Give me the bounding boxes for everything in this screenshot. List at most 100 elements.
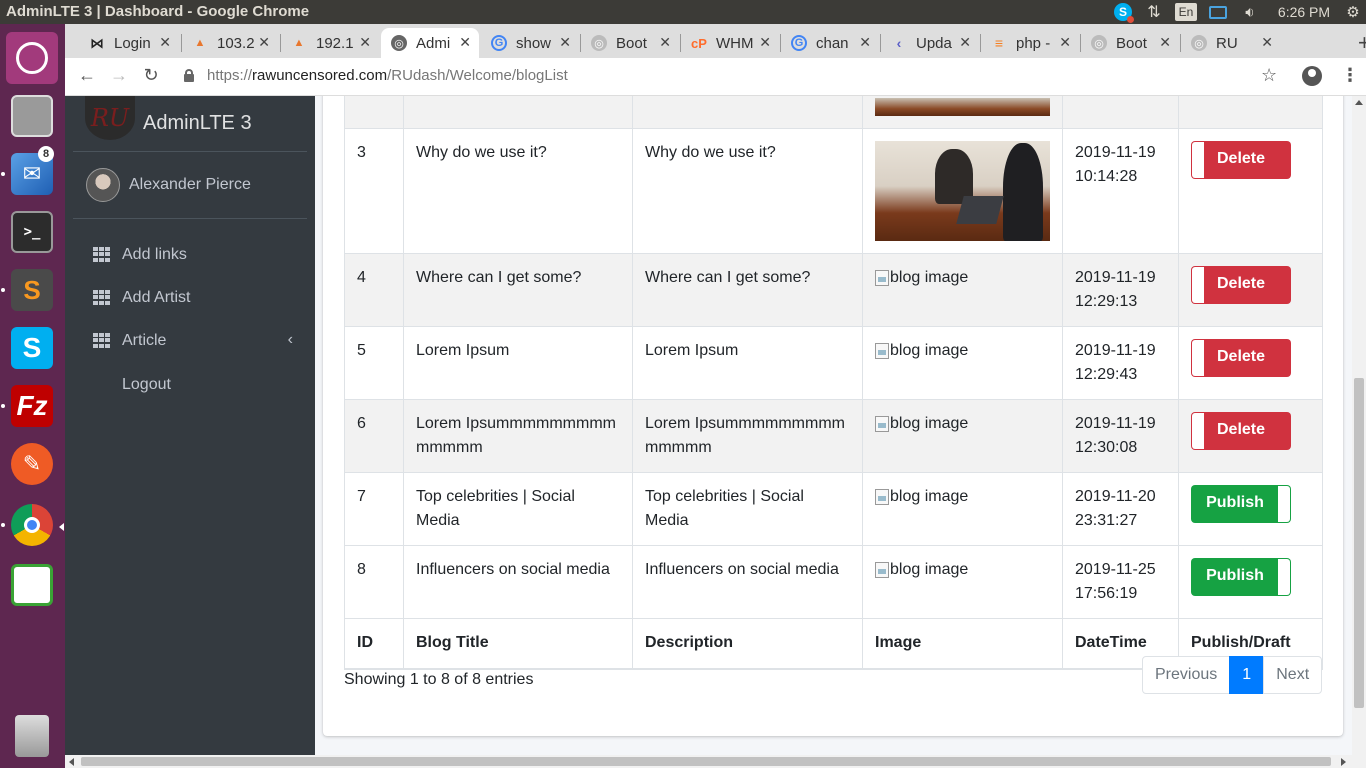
brand-text: AdminLTE 3 (143, 112, 252, 134)
address-bar[interactable]: https://rawuncensored.com/RUdash/Welcome… (207, 67, 568, 84)
column-header-image[interactable]: Image (862, 618, 1063, 670)
browser-tab[interactable]: ◎ Boot ✕ (581, 28, 679, 58)
libreoffice-calc-launcher[interactable] (6, 559, 58, 611)
sidebar-item-add-artist[interactable]: Add Artist (73, 278, 307, 318)
keyboard-language-indicator[interactable]: En (1175, 3, 1197, 21)
table-info-text: Showing 1 to 8 of 8 entries (344, 671, 534, 688)
cell-datetime: 2019-11-19 10:14:28 (1062, 128, 1179, 254)
sidebar-item-label: Article (122, 332, 167, 349)
table-row: 6 Lorem Ipsummmmmmmmmmmmmm Lorem Ipsummm… (344, 399, 1323, 473)
back-arrow-icon[interactable]: ← (75, 65, 99, 86)
filezilla-icon: Fz (11, 385, 53, 427)
sublime-launcher[interactable]: S (1, 264, 58, 316)
postman-icon: ✎ (11, 443, 53, 485)
cell-image: blog image (862, 399, 1063, 473)
close-tab-icon[interactable]: ✕ (959, 34, 971, 51)
cell-action: Publish (1178, 472, 1323, 546)
table-row: 4 Where can I get some? Where can I get … (344, 253, 1323, 327)
globe-icon: ◎ (391, 35, 407, 51)
close-tab-icon[interactable]: ✕ (459, 34, 471, 51)
scrollbar-thumb[interactable] (1354, 378, 1364, 708)
skype-tray-icon[interactable]: S (1112, 2, 1134, 23)
sidebar-item-logout[interactable]: Logout (73, 365, 307, 405)
close-tab-icon[interactable]: ✕ (258, 34, 270, 51)
brand-link[interactable]: RU AdminLTE 3 (73, 96, 307, 152)
google-icon: G (791, 35, 807, 51)
delete-toggle-button[interactable]: Delete (1191, 339, 1291, 377)
browser-tab[interactable]: ◎ RU ✕ (1181, 28, 1281, 58)
close-tab-icon[interactable]: ✕ (759, 34, 771, 51)
scroll-left-arrow-icon[interactable] (69, 758, 74, 766)
horizontal-scrollbar[interactable] (65, 755, 1366, 768)
network-icon[interactable]: ⇅ (1143, 2, 1165, 22)
delete-toggle-button[interactable]: Delete (1191, 141, 1291, 179)
close-tab-icon[interactable]: ✕ (1261, 34, 1273, 51)
close-tab-icon[interactable]: ✕ (159, 34, 171, 51)
cell-id: 4 (344, 253, 404, 327)
close-tab-icon[interactable]: ✕ (1159, 34, 1171, 51)
postman-launcher[interactable]: ✎ (6, 438, 58, 490)
browser-tab[interactable]: G show ✕ (481, 28, 579, 58)
previous-page-button[interactable]: Previous (1142, 656, 1231, 694)
publish-toggle-button[interactable]: Publish (1191, 558, 1291, 596)
browser-tab[interactable]: ◎ Boot ✕ (1081, 28, 1179, 58)
volume-icon[interactable]: 🔉︎ (1238, 2, 1262, 22)
browser-tab[interactable]: ▲ 103.2 ✕ (182, 28, 278, 58)
files-launcher[interactable] (6, 90, 58, 142)
lock-icon[interactable] (184, 69, 194, 82)
cell-image (862, 128, 1063, 254)
brand-logo: RU (85, 96, 135, 140)
bookmark-star-icon[interactable]: ☆ (1261, 65, 1277, 86)
scrollbar-thumb[interactable] (81, 757, 1331, 766)
column-header-description[interactable]: Description (632, 618, 863, 670)
clock[interactable]: 6:26 PM (1276, 2, 1332, 22)
terminal-launcher[interactable]: >_ (6, 206, 58, 258)
skype-launcher[interactable]: S (6, 322, 58, 374)
user-name-link[interactable]: Alexander Pierce (129, 176, 251, 194)
browser-tab-active[interactable]: ◎ Admi ✕ (381, 28, 479, 58)
kebab-menu-icon[interactable]: ⋮ (1341, 65, 1359, 86)
browser-tab[interactable]: ≡ php - ✕ (981, 28, 1079, 58)
globe-icon: ◎ (591, 35, 607, 51)
column-header-id[interactable]: ID (344, 618, 404, 670)
browser-tab[interactable]: G chan ✕ (781, 28, 879, 58)
close-tab-icon[interactable]: ✕ (559, 34, 571, 51)
delete-toggle-button[interactable]: Delete (1191, 266, 1291, 304)
page-1-button[interactable]: 1 (1229, 656, 1265, 694)
cell-id: 6 (344, 399, 404, 473)
sidebar-item-add-links[interactable]: Add links (73, 235, 307, 275)
sidebar-item-article[interactable]: Article ‹ (73, 321, 307, 361)
file-cabinet-icon (11, 95, 53, 137)
cell-title: Top celebrities | Social Media (403, 472, 633, 546)
close-tab-icon[interactable]: ✕ (359, 34, 371, 51)
new-tab-button[interactable]: + (1358, 30, 1366, 56)
profile-icon[interactable] (1302, 66, 1322, 86)
reload-icon[interactable]: ↻ (139, 65, 163, 86)
filezilla-launcher[interactable]: Fz (1, 380, 58, 432)
browser-tab[interactable]: ‹ Upda ✕ (881, 28, 979, 58)
publish-toggle-button[interactable]: Publish (1191, 485, 1291, 523)
browser-toolbar: ← → ↻ https://rawuncensored.com/RUdash/W… (65, 58, 1366, 96)
scroll-up-arrow-icon[interactable] (1355, 100, 1363, 105)
next-page-button[interactable]: Next (1263, 656, 1323, 694)
forward-arrow-icon[interactable]: → (107, 65, 131, 86)
chrome-launcher[interactable] (1, 499, 64, 551)
close-tab-icon[interactable]: ✕ (1059, 34, 1071, 51)
bowtie-icon: ⋈ (90, 34, 104, 51)
blog-list-card: 3 Why do we use it? Why do we use it? 20… (323, 96, 1343, 736)
close-tab-icon[interactable]: ✕ (659, 34, 671, 51)
mail-icon[interactable] (1207, 2, 1229, 22)
ubuntu-dash-button[interactable] (6, 32, 58, 84)
column-header-title[interactable]: Blog Title (403, 618, 633, 670)
trash-launcher[interactable] (6, 710, 58, 762)
close-tab-icon[interactable]: ✕ (859, 34, 871, 51)
scroll-right-arrow-icon[interactable] (1341, 758, 1346, 766)
cpanel-icon: ▲ (293, 37, 305, 49)
browser-tab[interactable]: ▲ 192.1 ✕ (281, 28, 379, 58)
vertical-scrollbar[interactable] (1352, 96, 1366, 755)
thunderbird-launcher[interactable]: ✉ 8 (1, 146, 58, 200)
browser-tab[interactable]: ⋈ Login ✕ (79, 28, 179, 58)
gear-icon[interactable]: ⚙ (1343, 2, 1363, 22)
delete-toggle-button[interactable]: Delete (1191, 412, 1291, 450)
browser-tab[interactable]: cP WHM ✕ (681, 28, 779, 58)
